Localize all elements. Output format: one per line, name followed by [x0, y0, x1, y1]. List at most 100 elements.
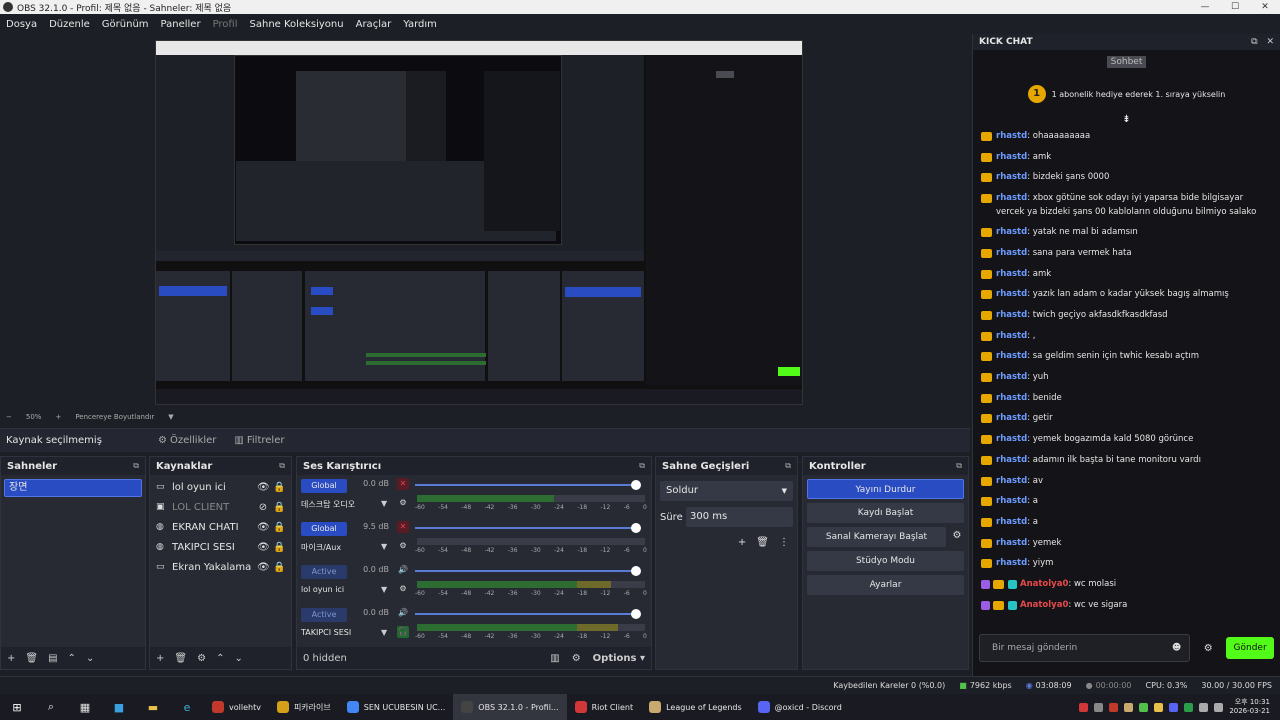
speaker-muted-icon[interactable]: ✕ [397, 478, 409, 490]
chat-username[interactable]: rhastd [996, 558, 1027, 568]
windows-start-icon[interactable]: ⊞ [0, 701, 34, 714]
menu-scene-collection[interactable]: Sahne Koleksiyonu [250, 19, 344, 30]
gear-icon[interactable]: ⚙ [950, 530, 964, 541]
taskbar-app[interactable]: OBS 32.1.0 - Profil... [453, 694, 567, 720]
taskbar-app[interactable]: Riot Client [567, 694, 642, 720]
close-icon[interactable]: ✕ [1266, 37, 1274, 47]
duration-input[interactable]: 300 ms [686, 507, 793, 527]
gear-icon[interactable]: ⚙ [197, 653, 206, 664]
resize-mode-label[interactable]: Pencereye Boyutlandır [75, 413, 154, 421]
menu-file[interactable]: Dosya [6, 19, 37, 30]
chat-username[interactable]: rhastd [996, 351, 1027, 361]
tray-app-icon[interactable] [1154, 702, 1164, 712]
emoji-icon[interactable]: ☻ [1172, 635, 1181, 661]
add-icon[interactable]: + [156, 653, 164, 664]
mic-muted-icon[interactable]: ✕ [397, 521, 409, 533]
transition-select[interactable]: Soldur ▼ [660, 481, 793, 501]
undock-icon[interactable]: ⧉ [279, 461, 285, 471]
chat-username[interactable]: rhastd [996, 455, 1027, 465]
chat-tab[interactable]: Sohbet [1106, 56, 1147, 68]
chat-username[interactable]: rhastd [996, 517, 1027, 527]
layout-icon[interactable]: ▥ [550, 653, 559, 664]
lock-icon[interactable]: 🔒 [273, 542, 285, 553]
app-icon[interactable]: ■ [102, 701, 136, 714]
chat-username[interactable]: rhastd [996, 227, 1027, 237]
chat-username[interactable]: rhastd [996, 131, 1027, 141]
tray-app-icon[interactable] [1109, 702, 1119, 712]
trash-icon[interactable]: 🗑 [25, 653, 38, 664]
channel-badge[interactable]: Global [301, 479, 347, 493]
taskbar-app[interactable]: 피카라이브 [269, 694, 339, 720]
zoom-in-icon[interactable]: + [55, 413, 61, 421]
volume-slider-knob[interactable] [631, 523, 641, 533]
lock-icon[interactable]: 🔒 [273, 522, 285, 533]
lock-icon[interactable]: 🔒 [273, 502, 285, 513]
eye-hidden-icon[interactable]: ⊘ [257, 502, 269, 513]
eye-icon[interactable]: 👁 [257, 542, 270, 553]
speaker-icon[interactable]: 🔊 [397, 564, 409, 576]
channel-badge[interactable]: Global [301, 522, 347, 536]
taskbar-app[interactable]: @oxicd - Discord [750, 694, 850, 720]
volume-slider-knob[interactable] [631, 566, 641, 576]
chat-username[interactable]: rhastd [996, 331, 1027, 341]
send-button[interactable]: Gönder [1226, 637, 1274, 659]
edge-icon[interactable]: e [170, 701, 204, 714]
chat-message-input[interactable]: Bir mesaj gönderin ☻ [979, 634, 1191, 662]
gear-icon[interactable]: ⚙ [397, 583, 409, 595]
tray-app-icon[interactable] [1079, 702, 1089, 712]
preview-canvas[interactable] [155, 40, 803, 405]
filter-icon[interactable]: ▤ [48, 653, 57, 664]
channel-badge[interactable]: Active [301, 565, 347, 579]
chevron-down-icon[interactable]: ▼ [168, 413, 173, 421]
trash-icon[interactable]: 🗑 [756, 537, 769, 548]
chat-username[interactable]: rhastd [996, 434, 1027, 444]
taskbar-app[interactable]: vollehtv [204, 694, 269, 720]
taskbar-app[interactable]: League of Legends [641, 694, 750, 720]
search-icon[interactable]: ⌕ [34, 700, 68, 714]
folder-icon[interactable]: ▬ [136, 701, 170, 714]
tray-app-icon[interactable] [1139, 702, 1149, 712]
gift-banner[interactable]: 1 1 abonelik hediye ederek 1. sıraya yük… [973, 74, 1280, 114]
menu-profile[interactable]: Profil [213, 19, 238, 30]
tray-app-icon[interactable] [1124, 702, 1134, 712]
tray-app-icon[interactable] [1169, 702, 1179, 712]
close-icon[interactable]: ✕ [1250, 2, 1280, 12]
trash-icon[interactable]: 🗑 [174, 653, 187, 664]
undock-icon[interactable]: ⧉ [639, 461, 645, 471]
chat-username[interactable]: rhastd [996, 289, 1027, 299]
minimize-icon[interactable]: — [1190, 2, 1220, 12]
chat-username[interactable]: rhastd [996, 538, 1027, 548]
volume-slider[interactable] [415, 523, 641, 533]
volume-slider-knob[interactable] [631, 609, 641, 619]
volume-icon[interactable] [1214, 702, 1224, 712]
filters-button[interactable]: ▥ Filtreler [228, 433, 290, 448]
menu-view[interactable]: Görünüm [102, 19, 149, 30]
source-item[interactable]: ◍ EKRAN CHATI 👁 🔒 [150, 517, 291, 537]
studio-mode-button[interactable]: Stüdyo Modu [807, 551, 964, 571]
start-virtual-camera-button[interactable]: Sanal Kamerayı Başlat [807, 527, 946, 547]
taskbar-app[interactable]: SEN UCUBESIN UC... [339, 694, 454, 720]
clock[interactable]: 오후 10:31 2026-03-21 [1229, 698, 1274, 716]
source-item[interactable]: ▭ lol oyun ici 👁 🔒 [150, 477, 291, 497]
chat-username[interactable]: rhastd [996, 269, 1027, 279]
menu-docks[interactable]: Paneller [161, 19, 201, 30]
chevron-down-icon[interactable]: ▼ [381, 542, 387, 551]
eye-icon[interactable]: 👁 [257, 482, 270, 493]
source-item[interactable]: ▭ Ekran Yakalama 👁 🔒 [150, 557, 291, 577]
options-button[interactable]: Options ▾ [593, 653, 645, 664]
chevron-down-icon[interactable]: ▼ [381, 585, 387, 594]
add-icon[interactable]: + [738, 537, 746, 548]
scroll-down-icon[interactable]: ⇟ [973, 114, 1280, 126]
chevron-down-icon[interactable]: ▼ [381, 499, 387, 508]
undock-icon[interactable]: ⧉ [1251, 37, 1257, 47]
chat-username[interactable]: rhastd [996, 172, 1027, 182]
zoom-out-icon[interactable]: − [6, 413, 12, 421]
volume-slider-knob[interactable] [631, 480, 641, 490]
headphones-icon[interactable]: 🎧 [397, 626, 409, 638]
chat-username[interactable]: rhastd [996, 310, 1027, 320]
more-icon[interactable]: ⋮ [779, 537, 789, 548]
lock-icon[interactable]: 🔒 [273, 562, 285, 573]
preview-area[interactable] [0, 34, 970, 410]
chat-username[interactable]: rhastd [996, 393, 1027, 403]
start-recording-button[interactable]: Kaydı Başlat [807, 503, 964, 523]
